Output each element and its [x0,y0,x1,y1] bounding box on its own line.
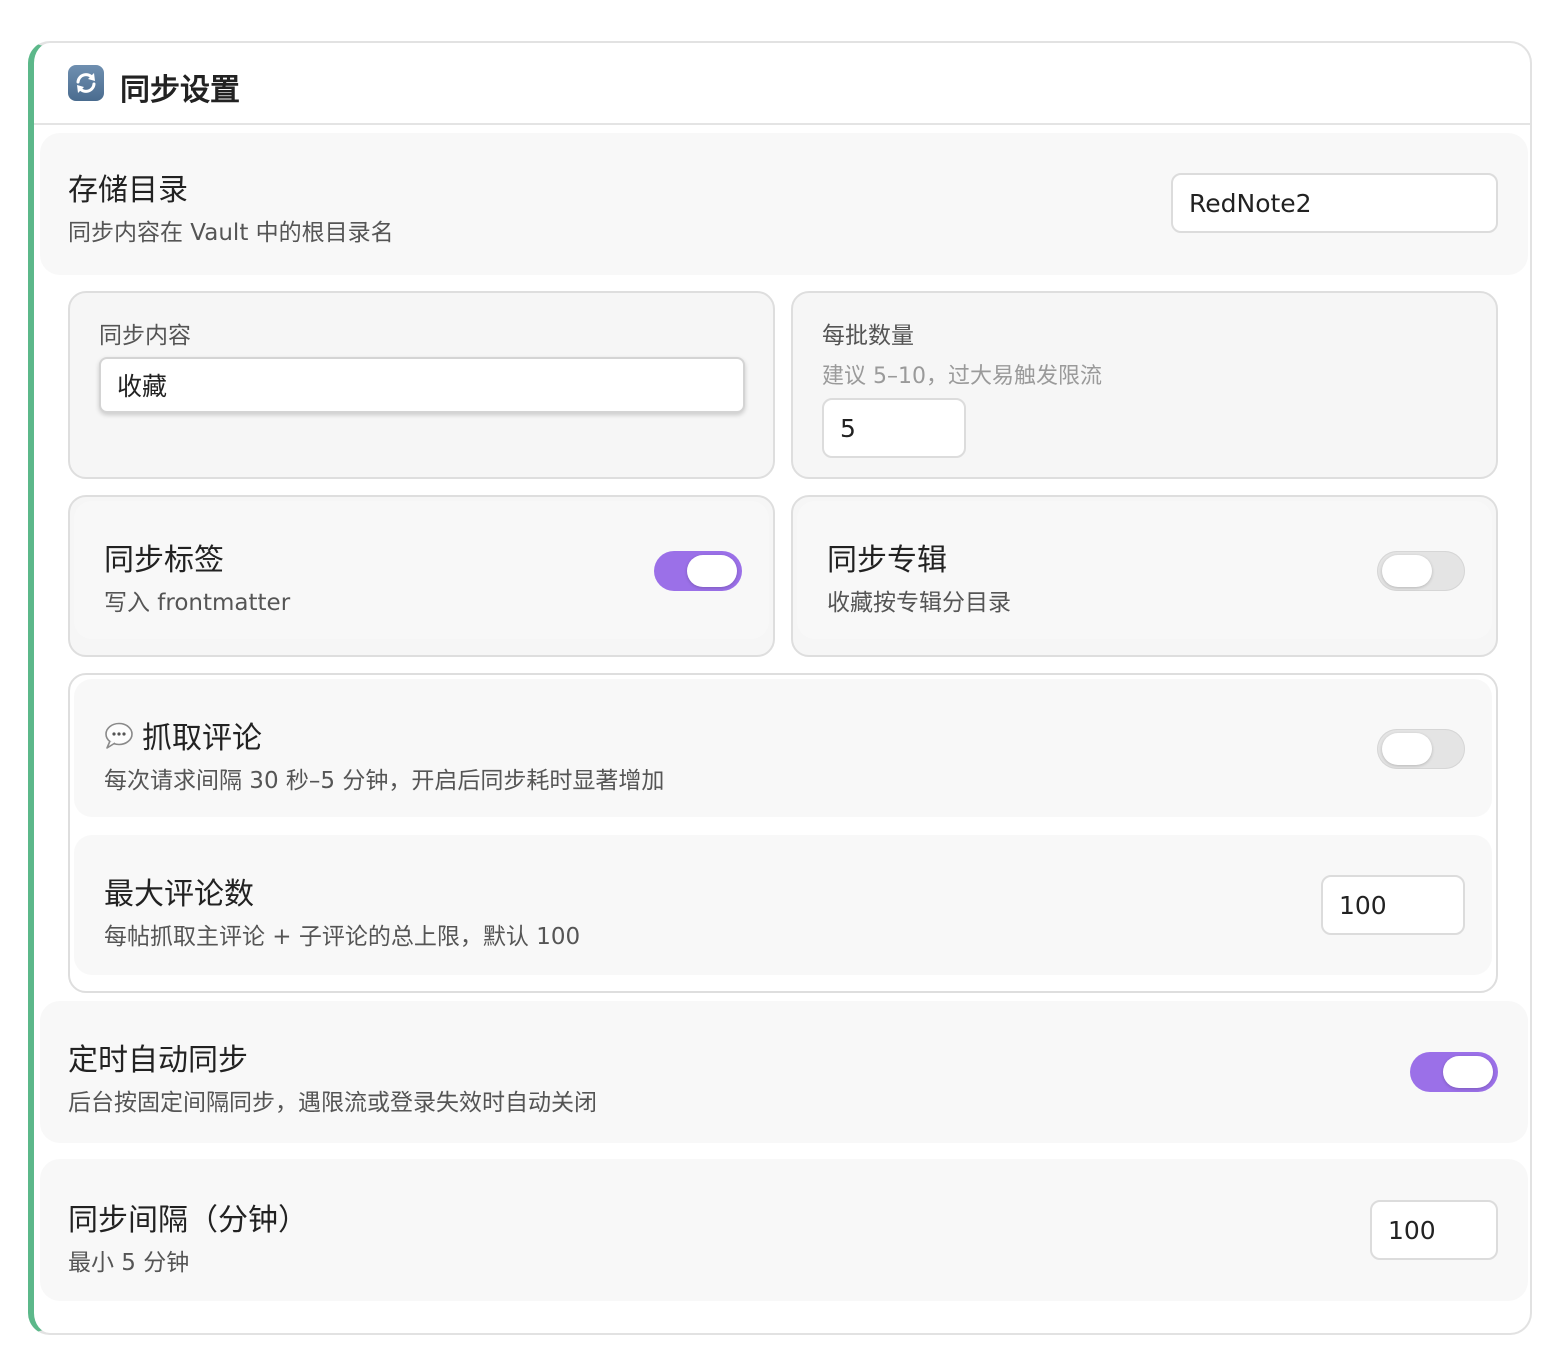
sync-albums-toggle[interactable] [1377,551,1465,591]
sync-tags-title: 同步标签 [104,543,224,578]
sync-albums-row: 同步专辑 收藏按专辑分目录 [797,501,1492,639]
storage-directory-input[interactable]: RedNote2 [1171,173,1498,233]
sync-tags-row: 同步标签 写入 frontmatter [74,501,769,639]
sync-content-card: 同步内容 收藏 [68,291,775,479]
sync-albums-desc: 收藏按专辑分目录 [827,590,1011,616]
storage-directory-desc: 同步内容在 Vault 中的根目录名 [68,220,394,246]
fetch-comments-title: 抓取评论 [104,713,262,757]
auto-sync-row: 定时自动同步 后台按固定间隔同步，遇限流或登录失效时自动关闭 [40,1001,1528,1143]
sync-content-label: 同步内容 [99,323,191,349]
sync-albums-title: 同步专辑 [827,543,947,578]
auto-sync-title: 定时自动同步 [68,1043,248,1078]
max-comments-title: 最大评论数 [104,877,254,912]
auto-sync-toggle[interactable] [1410,1052,1498,1092]
auto-sync-desc: 后台按固定间隔同步，遇限流或登录失效时自动关闭 [68,1090,597,1116]
sync-tags-card: 同步标签 写入 frontmatter [68,495,775,657]
max-comments-desc: 每帖抓取主评论 + 子评论的总上限，默认 100 [104,924,581,950]
storage-directory-row: 存储目录 同步内容在 Vault 中的根目录名 RedNote2 [40,133,1528,275]
sync-icon [68,65,104,101]
sync-content-select[interactable]: 收藏 [99,357,745,413]
sync-interval-title: 同步间隔（分钟） [68,1203,308,1238]
toggle-knob [1382,555,1432,587]
batch-size-hint: 建议 5–10，过大易触发限流 [822,364,1102,389]
fetch-comments-desc: 每次请求间隔 30 秒–5 分钟，开启后同步耗时显著增加 [104,768,665,794]
storage-directory-title: 存储目录 [68,173,188,208]
fetch-comments-label: 抓取评论 [142,721,262,756]
sync-albums-card: 同步专辑 收藏按专辑分目录 [791,495,1498,657]
toggle-knob [1443,1056,1493,1088]
panel-header: 同步设置 [34,43,1530,125]
toggle-knob [687,555,737,587]
sync-tags-toggle[interactable] [654,551,742,591]
fetch-comments-toggle[interactable] [1377,729,1465,769]
sync-tags-desc: 写入 frontmatter [104,590,291,616]
max-comments-row: 最大评论数 每帖抓取主评论 + 子评论的总上限，默认 100 100 [74,835,1492,975]
fetch-comments-row: 抓取评论 每次请求间隔 30 秒–5 分钟，开启后同步耗时显著增加 [74,679,1492,817]
speech-bubble-icon [104,722,134,749]
batch-size-card: 每批数量 建议 5–10，过大易触发限流 5 [791,291,1498,479]
page-title: 同步设置 [120,73,240,108]
sync-settings-panel: 同步设置 存储目录 同步内容在 Vault 中的根目录名 RedNote2 同步… [28,41,1532,1335]
max-comments-input[interactable]: 100 [1321,875,1465,935]
sync-interval-input[interactable]: 100 [1370,1200,1498,1260]
sync-interval-desc: 最小 5 分钟 [68,1250,190,1276]
batch-size-label: 每批数量 [822,323,914,349]
toggle-knob [1382,733,1432,765]
batch-size-input[interactable]: 5 [822,398,966,458]
comments-card: 抓取评论 每次请求间隔 30 秒–5 分钟，开启后同步耗时显著增加 最大评论数 … [68,673,1498,993]
sync-interval-row: 同步间隔（分钟） 最小 5 分钟 100 [40,1159,1528,1301]
